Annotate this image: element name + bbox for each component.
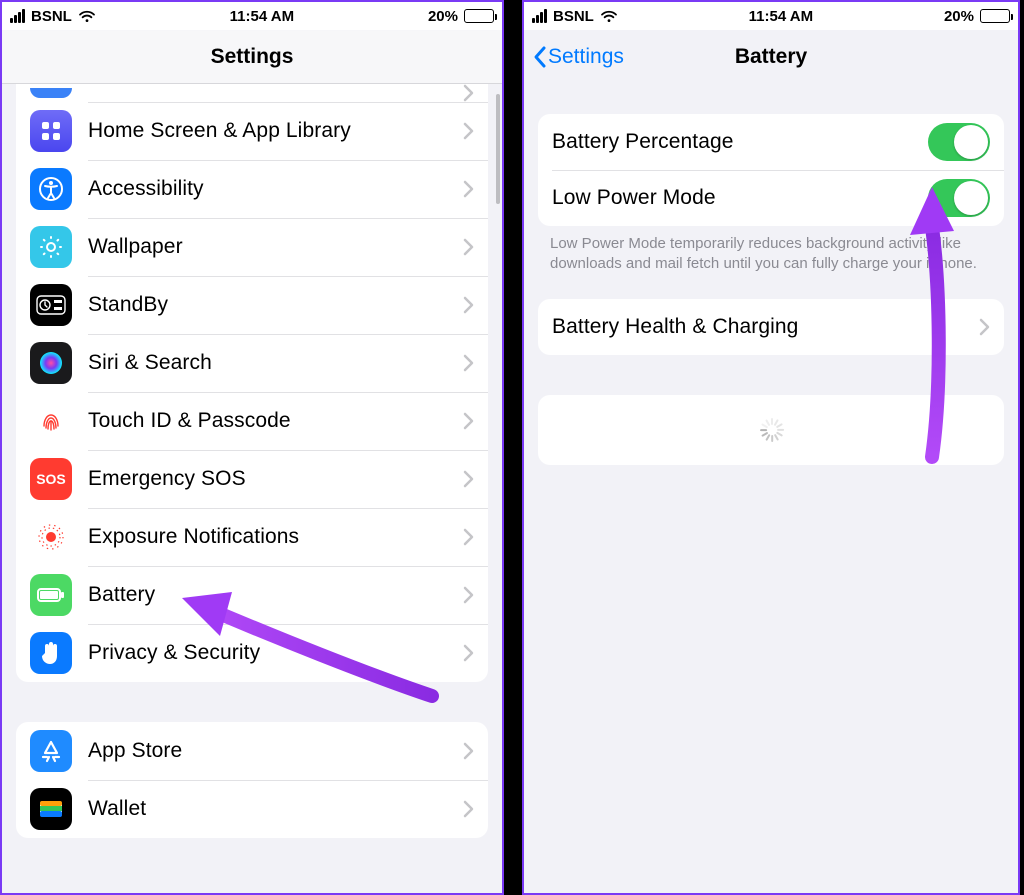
chevron-right-icon: [463, 586, 474, 604]
row-label: Home Screen & App Library: [88, 119, 463, 143]
settings-row-home-screen[interactable]: Home Screen & App Library: [16, 102, 488, 160]
scrollbar[interactable]: [496, 94, 500, 204]
battery-icon: [464, 9, 494, 23]
sos-text: SOS: [36, 471, 66, 487]
home-grid-icon: [30, 110, 72, 152]
wifi-icon: [78, 9, 96, 23]
spinner-icon: [759, 418, 783, 442]
settings-row-emergency-sos[interactable]: SOS Emergency SOS: [16, 450, 488, 508]
settings-row-siri[interactable]: Siri & Search: [16, 334, 488, 392]
battery-percentage-toggle[interactable]: [928, 123, 990, 161]
settings-group-store: App Store Wallet: [16, 722, 488, 838]
chevron-right-icon: [463, 354, 474, 372]
battery-percentage-row[interactable]: Battery Percentage: [538, 114, 1004, 170]
settings-row-standby[interactable]: StandBy: [16, 276, 488, 334]
app-store-icon: [30, 730, 72, 772]
row-label: App Store: [88, 739, 463, 763]
signal-icon: [532, 9, 547, 23]
wifi-icon: [600, 9, 618, 23]
settings-list[interactable]: Home Screen & App Library Accessibility …: [2, 84, 502, 893]
chevron-right-icon: [463, 180, 474, 198]
wallet-icon: [30, 788, 72, 830]
settings-row-touch-id[interactable]: Touch ID & Passcode: [16, 392, 488, 450]
chevron-right-icon: [463, 800, 474, 818]
gear-icon: [30, 88, 72, 98]
low-power-mode-row[interactable]: Low Power Mode: [538, 170, 1004, 226]
back-label: Settings: [548, 45, 624, 69]
battery-toggle-group: Battery Percentage Low Power Mode: [538, 114, 1004, 226]
clock: 11:54 AM: [749, 8, 813, 25]
page-title: Battery: [735, 45, 807, 69]
fingerprint-icon: [30, 400, 72, 442]
row-label: Emergency SOS: [88, 467, 463, 491]
chevron-right-icon: [979, 318, 990, 336]
battery-content[interactable]: Battery Percentage Low Power Mode Low Po…: [524, 84, 1018, 893]
sos-icon: SOS: [30, 458, 72, 500]
carrier-label: BSNL: [31, 8, 72, 25]
row-label: Touch ID & Passcode: [88, 409, 463, 433]
nav-bar: Settings Battery: [524, 30, 1018, 84]
battery-icon: [980, 9, 1010, 23]
accessibility-icon: [30, 168, 72, 210]
exposure-icon: [30, 516, 72, 558]
battery-screen: BSNL 11:54 AM 20% Settings Battery Batte…: [522, 0, 1020, 895]
settings-row-exposure[interactable]: Exposure Notifications: [16, 508, 488, 566]
battery-pct-label: 20%: [944, 8, 974, 25]
row-label: StandBy: [88, 293, 463, 317]
row-label: Privacy & Security: [88, 641, 463, 665]
clock: 11:54 AM: [230, 8, 294, 25]
battery-health-group: Battery Health & Charging: [538, 299, 1004, 355]
low-power-mode-toggle[interactable]: [928, 179, 990, 217]
settings-row-battery[interactable]: Battery: [16, 566, 488, 624]
row-label: Wallpaper: [88, 235, 463, 259]
row-label: Low Power Mode: [552, 186, 928, 210]
chevron-right-icon: [463, 528, 474, 546]
status-bar: BSNL 11:54 AM 20%: [2, 2, 502, 30]
wallpaper-icon: [30, 226, 72, 268]
row-label: Exposure Notifications: [88, 525, 463, 549]
standby-icon: [30, 284, 72, 326]
chevron-right-icon: [463, 470, 474, 488]
loading-group: [538, 395, 1004, 465]
settings-row-wallet[interactable]: Wallet: [16, 780, 488, 838]
back-button[interactable]: Settings: [532, 45, 624, 69]
page-title: Settings: [211, 45, 294, 69]
chevron-right-icon: [463, 238, 474, 256]
settings-row-privacy[interactable]: Privacy & Security: [16, 624, 488, 682]
row-label: Battery Percentage: [552, 130, 928, 154]
status-bar: BSNL 11:54 AM 20%: [524, 2, 1018, 30]
settings-row-accessibility[interactable]: Accessibility: [16, 160, 488, 218]
settings-screen: BSNL 11:54 AM 20% Settings: [0, 0, 504, 895]
settings-group-general: Home Screen & App Library Accessibility …: [16, 84, 488, 682]
nav-bar: Settings: [2, 30, 502, 84]
low-power-mode-description: Low Power Mode temporarily reduces backg…: [524, 226, 1018, 277]
hand-icon: [30, 632, 72, 674]
settings-row-cutoff[interactable]: [16, 84, 488, 102]
chevron-right-icon: [463, 296, 474, 314]
battery-health-row[interactable]: Battery Health & Charging: [538, 299, 1004, 355]
settings-row-wallpaper[interactable]: Wallpaper: [16, 218, 488, 276]
siri-icon: [30, 342, 72, 384]
row-label: Wallet: [88, 797, 463, 821]
battery-pct-label: 20%: [428, 8, 458, 25]
chevron-right-icon: [463, 644, 474, 662]
chevron-right-icon: [463, 742, 474, 760]
chevron-right-icon: [463, 122, 474, 140]
row-label: Accessibility: [88, 177, 463, 201]
battery-icon: [30, 574, 72, 616]
carrier-label: BSNL: [553, 8, 594, 25]
chevron-right-icon: [463, 412, 474, 430]
settings-row-app-store[interactable]: App Store: [16, 722, 488, 780]
row-label: Siri & Search: [88, 351, 463, 375]
row-label: Battery: [88, 583, 463, 607]
signal-icon: [10, 9, 25, 23]
chevron-right-icon: [463, 84, 474, 102]
row-label: Battery Health & Charging: [552, 315, 979, 339]
